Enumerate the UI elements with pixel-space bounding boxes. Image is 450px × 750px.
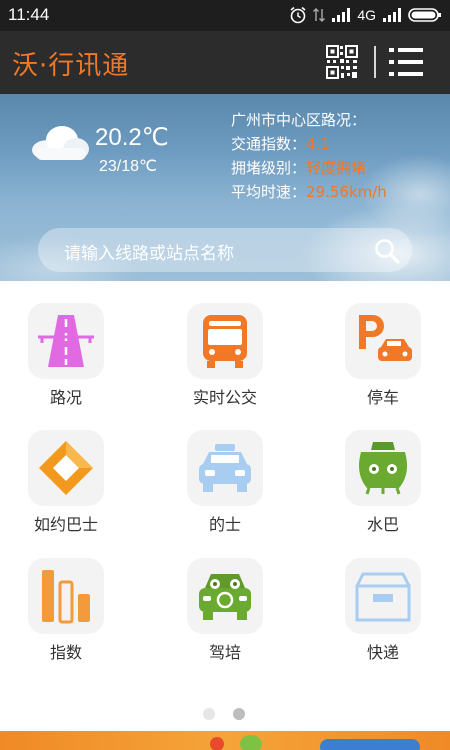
current-temperature: 20.2℃: [95, 124, 169, 151]
package-icon: [355, 572, 411, 622]
ad-graphic: [320, 739, 420, 750]
tile-icon-box: [345, 430, 421, 506]
network-type: 4G: [357, 7, 376, 23]
traffic-summary: 广州市中心区路况： 交通指数：4.1 拥堵级别：轻度拥堵 平均时速：29.56k…: [231, 108, 387, 204]
grid-item-label: 快递: [366, 643, 399, 662]
traffic-index-label: 交通指数：: [231, 135, 307, 153]
grid-item-booked-bus[interactable]: 如约巴士: [6, 408, 126, 534]
status-time: 11:44: [8, 5, 50, 24]
menu-icon[interactable]: [389, 46, 423, 78]
diamond-icon: [39, 441, 93, 495]
tile-icon-box: [187, 558, 263, 634]
driving-school-icon: [199, 574, 251, 620]
grid-item-label: 停车: [366, 388, 399, 407]
search-placeholder: 请输入线路或站点名称: [64, 244, 234, 264]
tile-icon-box: [28, 430, 104, 506]
grid-item-express-delivery[interactable]: 快递: [323, 536, 443, 662]
search-input[interactable]: 请输入线路或站点名称: [38, 228, 412, 272]
page-dot-active[interactable]: [233, 708, 245, 720]
taxi-icon: [199, 444, 251, 492]
grid-item-parking[interactable]: 停车: [323, 281, 443, 407]
app-bar: 沃·行讯通: [0, 31, 450, 94]
temperature-range: 23/18℃: [99, 158, 158, 175]
grid-item-taxi[interactable]: 的士: [165, 408, 285, 534]
tile-icon-box: [28, 558, 104, 634]
signal-icon: [332, 8, 351, 22]
status-icons: 4G: [289, 5, 442, 25]
grid-item-label: 水巴: [366, 515, 399, 534]
tile-icon-box: [187, 430, 263, 506]
average-speed-value: 29.56km/h: [306, 183, 387, 201]
traffic-index-row: 交通指数：4.1: [231, 132, 387, 156]
status-bar: 11:44 4G: [0, 0, 450, 31]
feature-grid: 路况 实时公交 停车 如约巴士 的士 水巴 指数 驾培 快递: [0, 281, 450, 701]
grid-item-label: 的士: [208, 515, 241, 534]
bar-chart-icon: [42, 570, 90, 624]
grid-item-label: 如约巴士: [33, 515, 98, 534]
congestion-level-row: 拥堵级别：轻度拥堵: [231, 156, 387, 180]
congestion-level-value: 轻度拥堵: [306, 159, 367, 177]
qr-code-icon[interactable]: [326, 45, 358, 79]
average-speed-label: 平均时速：: [231, 183, 307, 201]
grid-item-realtime-bus[interactable]: 实时公交: [165, 281, 285, 407]
tile-icon-box: [345, 303, 421, 379]
grid-item-road-conditions[interactable]: 路况: [6, 281, 126, 407]
bus-icon: [203, 315, 247, 368]
congestion-level-label: 拥堵级别：: [231, 159, 307, 177]
grid-item-label: 路况: [49, 388, 82, 407]
grid-item-driving-school[interactable]: 驾培: [165, 536, 285, 662]
grid-item-label: 实时公交: [192, 388, 257, 407]
cloudy-icon: [32, 126, 89, 160]
page-indicator: [203, 708, 245, 720]
grid-item-index[interactable]: 指数: [6, 536, 126, 662]
app-title: 沃·行讯通: [12, 51, 130, 81]
tile-icon-box: [345, 558, 421, 634]
traffic-index-value: 4.1: [306, 135, 330, 153]
grid-item-water-bus[interactable]: 水巴: [323, 408, 443, 534]
search-icon[interactable]: [374, 238, 400, 264]
alarm-icon: [290, 6, 306, 24]
ferry-icon: [359, 442, 407, 495]
ad-banner[interactable]: [0, 731, 450, 750]
ad-graphic: [240, 735, 262, 750]
grid-item-label: 驾培: [208, 643, 241, 662]
weather-traffic-banner: 20.2℃ 23/18℃ 广州市中心区路况： 交通指数：4.1 拥堵级别：轻度拥…: [0, 94, 450, 281]
tile-icon-box: [28, 303, 104, 379]
average-speed-row: 平均时速：29.56km/h: [231, 180, 387, 204]
appbar-divider: [374, 46, 376, 78]
signal-icon: [383, 8, 401, 22]
page-dot[interactable]: [203, 708, 215, 720]
ad-graphic: [210, 737, 224, 750]
road-icon: [38, 315, 94, 367]
traffic-area: 广州市中心区路况：: [231, 111, 367, 129]
data-transfer-icon: [313, 8, 326, 22]
tile-icon-box: [187, 303, 263, 379]
grid-item-label: 指数: [49, 643, 82, 662]
battery-icon: [408, 8, 441, 22]
parking-icon: [359, 315, 412, 361]
